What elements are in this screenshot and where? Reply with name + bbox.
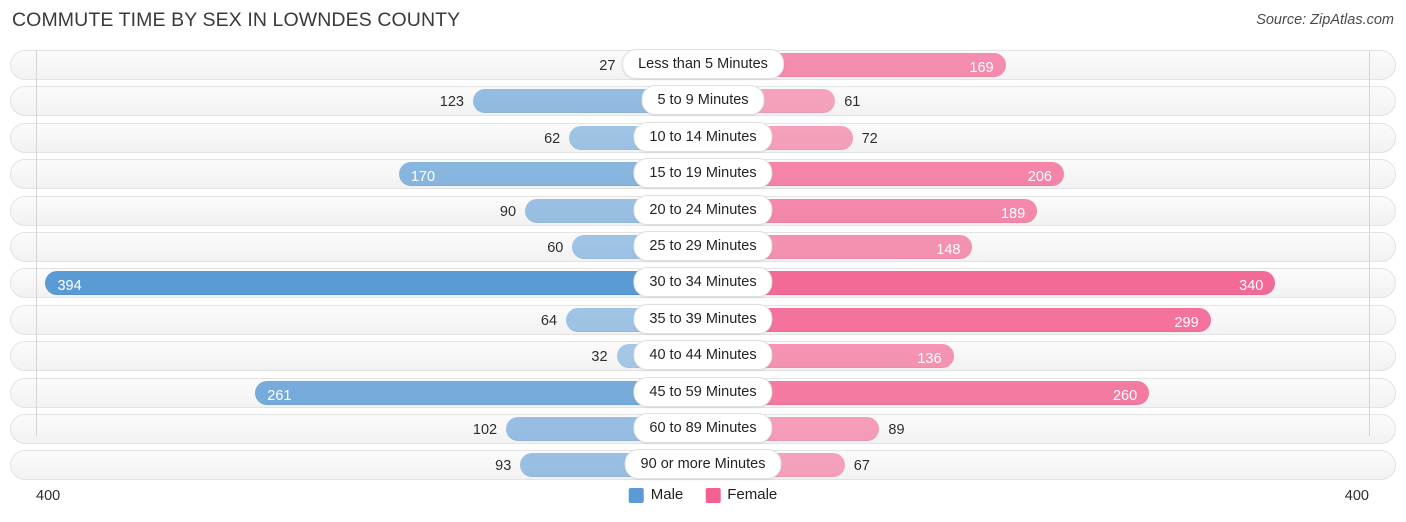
row-category-label: 40 to 44 Minutes xyxy=(633,340,773,371)
female-half: 206 xyxy=(739,162,1370,187)
row-category-label: 35 to 39 Minutes xyxy=(633,303,773,334)
female-half: 72 xyxy=(739,125,1370,150)
bar-row[interactable]: 27 169 Less than 5 Minutes xyxy=(0,49,1406,80)
male-half: 27 xyxy=(36,53,667,77)
female-value: 72 xyxy=(861,130,878,147)
male-half: 62 xyxy=(36,125,667,150)
plot-area: 27 169 Less than 5 Minutes 123 61 5 to 9 Minu… xyxy=(0,49,1406,487)
row-category-label: 30 to 34 Minutes xyxy=(633,267,773,298)
female-value-inside: 189 xyxy=(1000,205,1026,222)
female-value-inside: 260 xyxy=(1112,387,1138,404)
female-half: 67 xyxy=(739,453,1370,478)
legend: Male Female xyxy=(628,486,777,504)
male-bar[interactable] xyxy=(472,89,667,114)
bar-row[interactable]: 60 148 25 to 29 Minutes xyxy=(0,230,1406,262)
bar-row[interactable]: 102 89 60 to 89 Minutes xyxy=(0,412,1406,444)
bar-row[interactable]: 394 340 30 to 34 Minutes xyxy=(0,267,1406,299)
male-value-inside: 170 xyxy=(410,169,436,186)
axis-max-left: 400 xyxy=(36,488,61,504)
bar-row[interactable]: 62 72 10 to 14 Minutes xyxy=(0,121,1406,153)
female-value: 89 xyxy=(888,421,905,438)
legend-swatch-male-icon xyxy=(628,487,644,503)
female-bar[interactable] xyxy=(739,162,1064,187)
female-bar[interactable] xyxy=(739,198,1038,223)
row-category-label: Less than 5 Minutes xyxy=(622,49,784,79)
bar-row[interactable]: 64 299 35 to 39 Minutes xyxy=(0,303,1406,335)
female-value-inside: 340 xyxy=(1239,278,1264,295)
male-half: 261 xyxy=(36,380,667,405)
female-half: 169 xyxy=(739,53,1370,77)
female-value: 61 xyxy=(844,94,861,111)
chart-header: COMMUTE TIME BY SEX IN LOWNDES COUNTY So… xyxy=(0,0,1406,42)
female-value-inside: 136 xyxy=(917,351,942,368)
male-value: 102 xyxy=(472,421,498,438)
female-value-inside: 148 xyxy=(936,241,961,258)
male-half: 32 xyxy=(36,344,667,369)
male-half: 123 xyxy=(36,89,667,114)
male-half: 64 xyxy=(36,307,667,332)
bar-row[interactable]: 261 260 45 to 59 Minutes xyxy=(0,376,1406,408)
row-category-label: 10 to 14 Minutes xyxy=(633,121,773,152)
row-category-label: 20 to 24 Minutes xyxy=(633,194,773,225)
female-half: 136 xyxy=(739,344,1370,369)
source-attribution: Source: ZipAtlas.com xyxy=(1256,12,1394,28)
legend-item-female[interactable]: Female xyxy=(705,486,777,504)
bar-row[interactable]: 32 136 40 to 44 Minutes xyxy=(0,340,1406,372)
female-bar[interactable] xyxy=(739,307,1211,332)
female-value-inside: 299 xyxy=(1174,314,1199,331)
male-bar[interactable] xyxy=(398,162,667,187)
row-category-label: 5 to 9 Minutes xyxy=(641,85,765,116)
male-value: 32 xyxy=(591,349,608,366)
male-bar[interactable] xyxy=(255,380,667,405)
commute-time-chart: COMMUTE TIME BY SEX IN LOWNDES COUNTY So… xyxy=(0,0,1406,522)
male-value: 64 xyxy=(540,312,558,329)
female-half: 260 xyxy=(739,380,1370,405)
female-half: 61 xyxy=(739,89,1370,114)
bar-rows: 27 169 Less than 5 Minutes 123 61 5 to 9 Minu… xyxy=(0,49,1406,487)
row-category-label: 45 to 59 Minutes xyxy=(633,376,773,407)
male-value-inside: 261 xyxy=(267,387,292,404)
male-half: 394 xyxy=(36,271,667,296)
bar-row[interactable]: 123 61 5 to 9 Minutes xyxy=(0,85,1406,117)
female-value: 67 xyxy=(853,458,870,475)
row-category-label: 25 to 29 Minutes xyxy=(633,230,773,261)
bar-row[interactable]: 93 67 90 or more Minutes xyxy=(0,449,1406,481)
male-half: 170 xyxy=(36,162,667,187)
male-half: 90 xyxy=(36,198,667,223)
legend-swatch-female-icon xyxy=(705,487,721,503)
male-value: 62 xyxy=(544,130,561,147)
female-half: 148 xyxy=(739,234,1370,259)
bar-row[interactable]: 90 189 20 to 24 Minutes xyxy=(0,194,1406,226)
male-half: 102 xyxy=(36,416,667,441)
female-half: 89 xyxy=(739,416,1370,441)
female-half: 299 xyxy=(739,307,1370,332)
female-bar[interactable] xyxy=(739,380,1150,405)
legend-label-female: Female xyxy=(727,486,778,503)
female-half: 189 xyxy=(739,198,1370,223)
row-category-label: 60 to 89 Minutes xyxy=(633,412,773,443)
female-half: 340 xyxy=(739,271,1370,296)
page-title: COMMUTE TIME BY SEX IN LOWNDES COUNTY xyxy=(12,9,461,31)
female-value-inside: 206 xyxy=(1027,169,1052,186)
male-value: 90 xyxy=(499,203,517,220)
chart-footer: 400 Male Female 400 xyxy=(0,484,1406,514)
female-value-inside: 169 xyxy=(969,60,994,76)
axis-max-right: 400 xyxy=(1344,488,1369,504)
male-value: 93 xyxy=(495,458,512,475)
legend-item-male[interactable]: Male xyxy=(628,486,684,504)
female-bar[interactable] xyxy=(739,271,1276,296)
male-value: 123 xyxy=(439,94,464,111)
male-value: 60 xyxy=(547,239,564,256)
bar-row[interactable]: 170 206 15 to 19 Minutes xyxy=(0,158,1406,190)
male-value-inside: 394 xyxy=(57,278,82,295)
male-bar[interactable] xyxy=(45,271,667,296)
male-half: 60 xyxy=(36,234,667,259)
legend-label-male: Male xyxy=(650,486,684,503)
row-category-label: 15 to 19 Minutes xyxy=(633,158,773,189)
male-value: 27 xyxy=(599,58,616,74)
male-half: 93 xyxy=(36,453,667,478)
row-category-label: 90 or more Minutes xyxy=(624,449,782,480)
